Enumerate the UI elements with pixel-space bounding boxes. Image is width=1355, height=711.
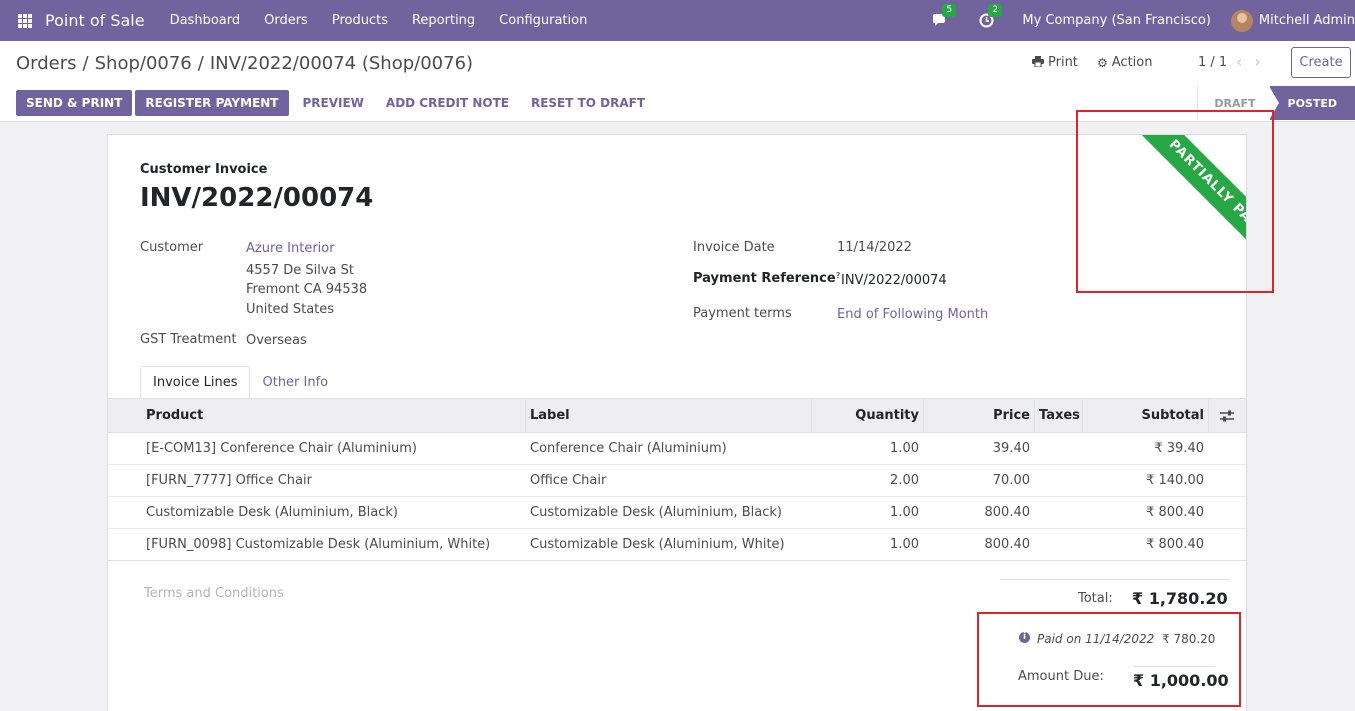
cell-quantity[interactable]: 2.00: [811, 473, 923, 488]
print-label: Print: [1048, 55, 1078, 70]
pager-previous-icon[interactable]: ‹: [1236, 52, 1242, 71]
gst-treatment-value[interactable]: Overseas: [246, 333, 307, 348]
menu-reporting[interactable]: Reporting: [400, 13, 487, 28]
notebook-tabs: Invoice Lines Other Info: [140, 366, 340, 398]
column-header-product[interactable]: Product: [142, 408, 525, 423]
cell-product[interactable]: Customizable Desk (Aluminium, Black): [142, 505, 525, 520]
tab-other-info[interactable]: Other Info: [250, 366, 340, 398]
table-row[interactable]: Customizable Desk (Aluminium, Black) Cus…: [108, 497, 1246, 529]
app-name[interactable]: Point of Sale: [45, 11, 145, 30]
cell-label[interactable]: Customizable Desk (Aluminium, Black): [525, 505, 811, 520]
cell-subtotal: ₹ 39.40: [1154, 441, 1204, 456]
cell-label[interactable]: Office Chair: [525, 473, 811, 488]
payment-terms-link[interactable]: End of Following Month: [837, 307, 988, 322]
column-header-subtotal[interactable]: Subtotal: [1082, 398, 1208, 433]
breadcrumb-order[interactable]: Shop/0076: [95, 53, 192, 74]
pager-arrows: ‹ ›: [1236, 52, 1273, 71]
messages-count-badge: 5: [942, 3, 957, 17]
pager-value[interactable]: 1 / 1: [1198, 55, 1227, 70]
payment-reference-label-text: Payment Reference: [693, 271, 836, 286]
total-divider: [1000, 579, 1230, 580]
messages-icon[interactable]: 5: [930, 3, 957, 31]
breadcrumb-separator: /: [197, 53, 204, 74]
add-credit-note-button[interactable]: ADD CREDIT NOTE: [375, 90, 520, 116]
menu-products[interactable]: Products: [320, 13, 400, 28]
document-type: Customer Invoice: [140, 162, 268, 177]
cell-price[interactable]: 70.00: [923, 473, 1034, 488]
cell-product[interactable]: [FURN_0098] Customizable Desk (Aluminium…: [142, 537, 525, 552]
menu-orders[interactable]: Orders: [252, 13, 320, 28]
table-row[interactable]: [FURN_7777] Office Chair Office Chair 2.…: [108, 465, 1246, 497]
action-label: Action: [1111, 55, 1153, 70]
cell-subtotal: ₹ 140.00: [1146, 473, 1204, 488]
menu-configuration[interactable]: Configuration: [487, 13, 599, 28]
amount-due-highlight-box: [977, 612, 1241, 707]
customer-link[interactable]: Azure Interior: [246, 241, 335, 256]
customer-address-city: Fremont CA 94538: [246, 282, 368, 297]
gst-treatment-label: GST Treatment: [140, 332, 237, 347]
terms-conditions-field[interactable]: Terms and Conditions: [144, 586, 284, 601]
reset-to-draft-button[interactable]: RESET TO DRAFT: [520, 90, 656, 116]
breadcrumb-current: INV/2022/00074 (Shop/0076): [209, 53, 474, 74]
company-switcher[interactable]: My Company (San Francisco): [1022, 13, 1210, 28]
table-row[interactable]: [E-COM13] Conference Chair (Aluminium) C…: [108, 433, 1246, 465]
invoice-lines-table: Product Label Quantity Price Taxes Subto…: [108, 398, 1246, 561]
total-label: Total:: [1078, 591, 1113, 606]
cell-product[interactable]: [FURN_7777] Office Chair: [142, 473, 525, 488]
customer-address-country: United States: [246, 302, 335, 317]
ribbon-highlight-box: [1076, 110, 1274, 293]
tab-invoice-lines[interactable]: Invoice Lines: [140, 366, 251, 398]
user-menu[interactable]: Mitchell Admin: [1259, 13, 1355, 28]
preview-button[interactable]: PREVIEW: [292, 90, 375, 116]
help-tooltip-icon[interactable]: ?: [836, 271, 841, 280]
apps-menu-icon[interactable]: [18, 13, 32, 28]
column-header-price[interactable]: Price: [923, 398, 1034, 433]
cell-price[interactable]: 800.40: [923, 505, 1034, 520]
menu-dashboard[interactable]: Dashboard: [158, 13, 253, 28]
payment-terms-label: Payment terms: [693, 306, 792, 321]
user-avatar[interactable]: [1230, 9, 1253, 32]
column-header-quantity[interactable]: Quantity: [811, 398, 923, 433]
main-menu: Dashboard Orders Products Reporting Conf…: [158, 13, 600, 28]
column-header-taxes[interactable]: Taxes: [1034, 398, 1082, 433]
action-button-bar: SEND & PRINT REGISTER PAYMENT PREVIEW AD…: [0, 85, 656, 121]
action-menu-button[interactable]: ⚙ Action: [1097, 55, 1152, 70]
printer-icon: [1032, 55, 1044, 70]
cell-quantity[interactable]: 1.00: [811, 537, 923, 552]
invoice-date-value[interactable]: 11/14/2022: [837, 240, 912, 255]
top-navbar: Point of Sale Dashboard Orders Products …: [0, 0, 1355, 41]
total-value: ₹ 1,780.20: [1132, 589, 1228, 608]
cell-subtotal: ₹ 800.40: [1146, 505, 1204, 520]
payment-reference-label: Payment Reference?: [693, 271, 840, 286]
cell-price[interactable]: 39.40: [923, 441, 1034, 456]
column-header-label[interactable]: Label: [525, 398, 811, 433]
customer-label: Customer: [140, 240, 204, 255]
stage-posted[interactable]: POSTED: [1268, 86, 1355, 120]
gear-icon: ⚙: [1097, 55, 1108, 70]
activities-clock-icon[interactable]: 2: [976, 3, 1003, 31]
table-header: Product Label Quantity Price Taxes Subto…: [108, 398, 1246, 433]
cell-quantity[interactable]: 1.00: [811, 441, 923, 456]
invoice-number: INV/2022/00074: [140, 183, 374, 213]
cell-label[interactable]: Customizable Desk (Aluminium, White): [525, 537, 811, 552]
invoice-date-label: Invoice Date: [693, 240, 775, 255]
cell-price[interactable]: 800.40: [923, 537, 1034, 552]
register-payment-button[interactable]: REGISTER PAYMENT: [135, 90, 289, 116]
activities-count-badge: 2: [988, 3, 1003, 17]
cell-quantity[interactable]: 1.00: [811, 505, 923, 520]
cell-product[interactable]: [E-COM13] Conference Chair (Aluminium): [142, 441, 525, 456]
optional-columns-icon[interactable]: [1208, 398, 1244, 433]
payment-reference-value[interactable]: INV/2022/00074: [841, 273, 947, 288]
print-menu-button[interactable]: Print: [1032, 55, 1078, 70]
breadcrumb-separator: /: [82, 53, 89, 74]
pager-next-icon[interactable]: ›: [1254, 52, 1260, 71]
breadcrumb: Orders / Shop/0076 / INV/2022/00074 (Sho…: [16, 53, 473, 74]
customer-address-street: 4557 De Silva St: [246, 263, 354, 278]
create-button[interactable]: Create: [1291, 47, 1351, 78]
cell-subtotal: ₹ 800.40: [1146, 537, 1204, 552]
breadcrumb-orders[interactable]: Orders: [16, 53, 77, 74]
send-print-button[interactable]: SEND & PRINT: [16, 90, 133, 116]
table-row[interactable]: [FURN_0098] Customizable Desk (Aluminium…: [108, 529, 1246, 561]
cell-label[interactable]: Conference Chair (Aluminium): [525, 441, 811, 456]
